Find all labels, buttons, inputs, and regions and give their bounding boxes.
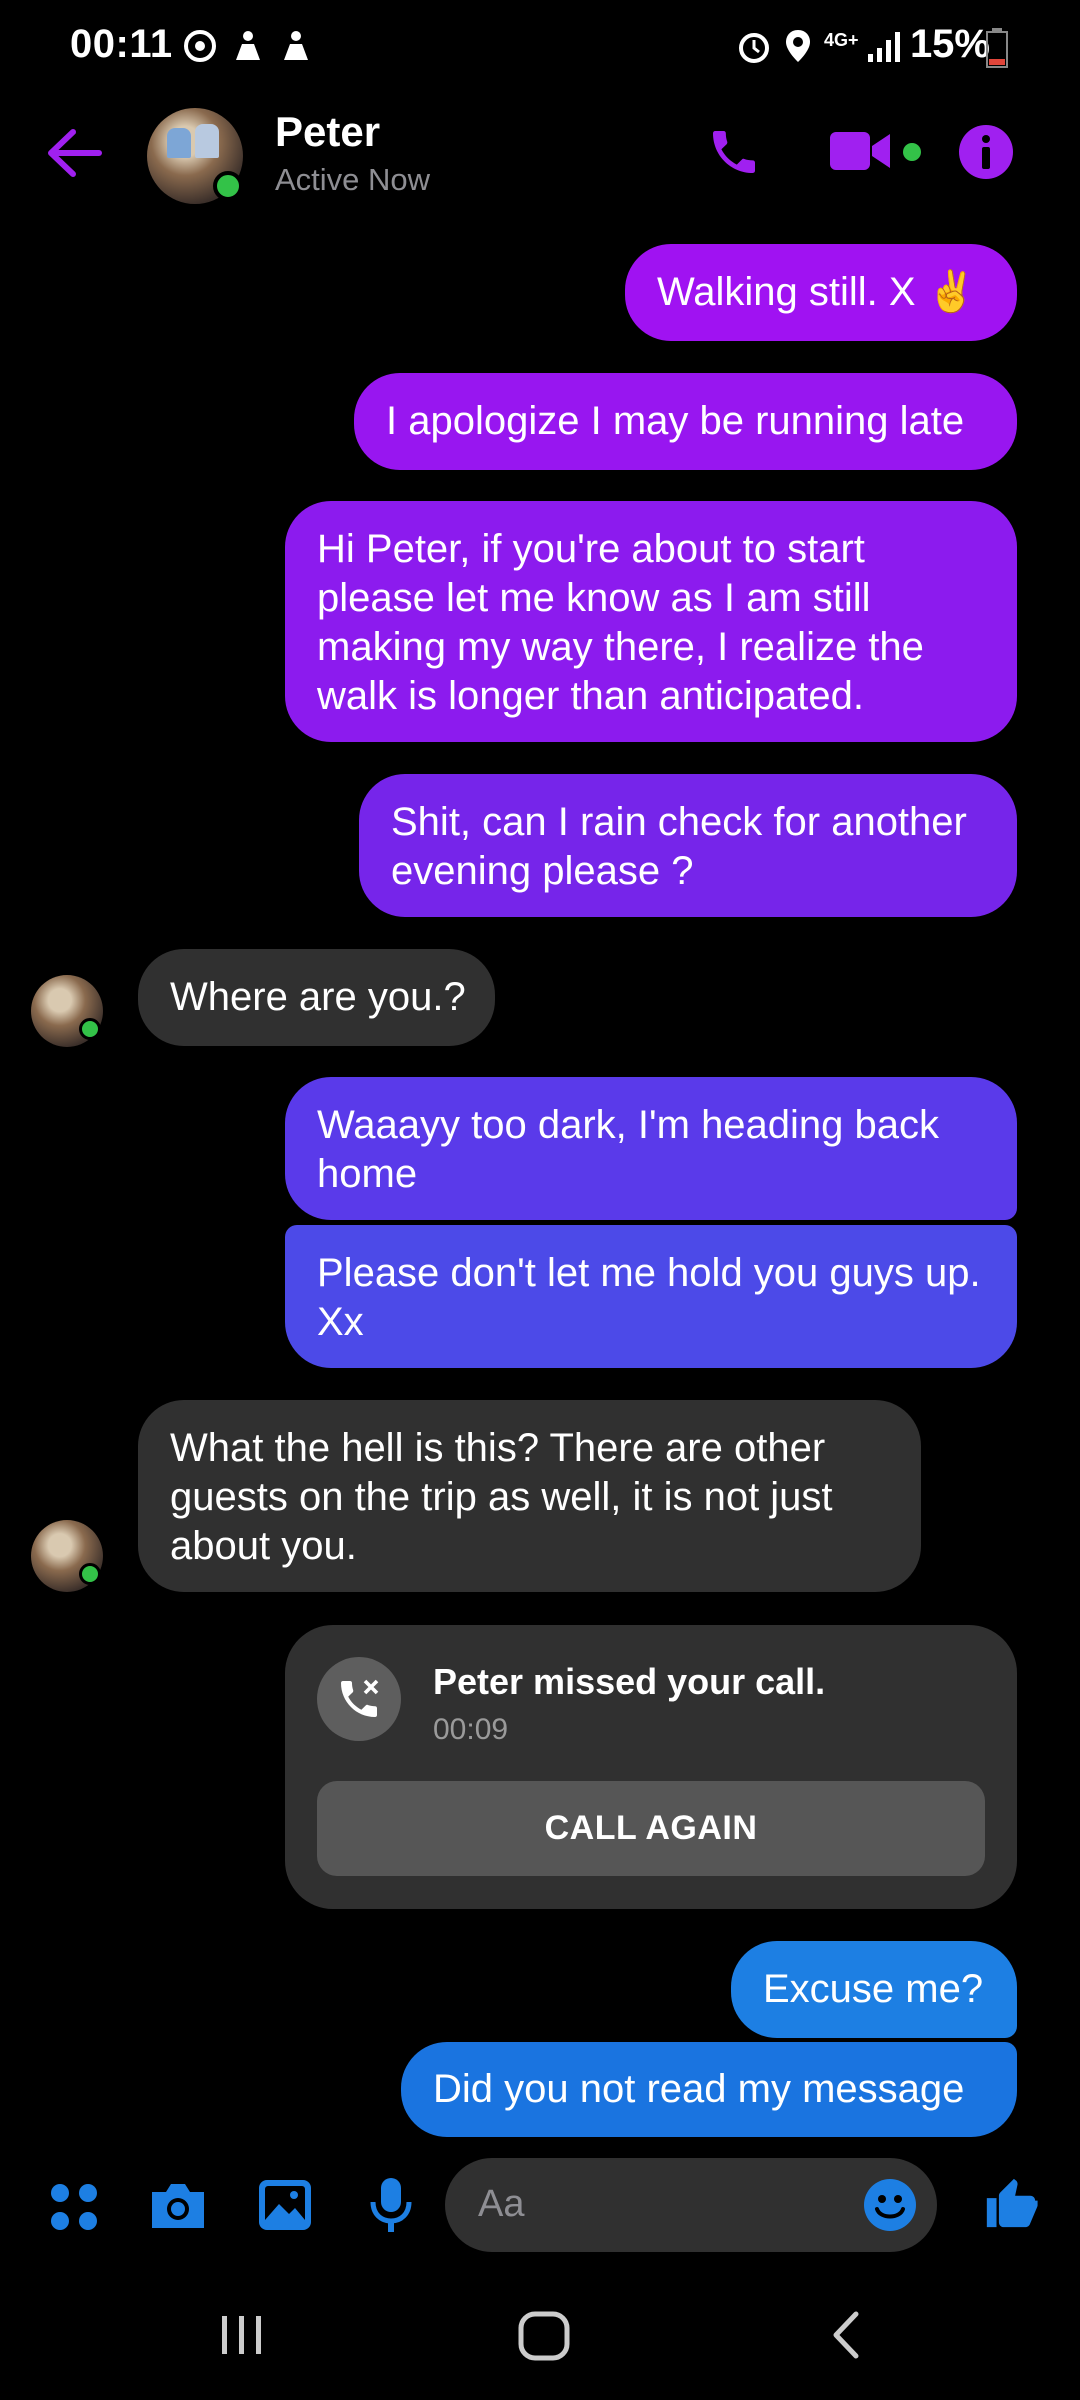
online-indicator xyxy=(79,1018,101,1040)
message-bubble-outgoing[interactable]: Excuse me? xyxy=(731,1941,1017,2038)
recent-apps-icon[interactable] xyxy=(218,2300,266,2370)
apps-icon[interactable] xyxy=(48,2181,100,2233)
emoji-icon[interactable] xyxy=(863,2178,917,2232)
missed-call-card: Peter missed your call. 00:09 CALL AGAIN xyxy=(285,1625,1017,1909)
battery-icon xyxy=(986,28,1008,68)
contact-name[interactable]: Peter xyxy=(275,108,380,156)
message-bubble-outgoing[interactable]: Shit, can I rain check for another eveni… xyxy=(359,774,1017,917)
gallery-icon[interactable] xyxy=(257,2178,313,2232)
network-type: 4G+ xyxy=(824,30,859,50)
phone-call-icon[interactable] xyxy=(706,124,762,180)
app-notification-icon xyxy=(236,31,260,60)
location-icon xyxy=(786,30,810,62)
status-time: 00:11 xyxy=(70,22,173,66)
home-icon[interactable] xyxy=(514,2300,574,2370)
video-active-dot xyxy=(903,143,921,161)
thumbs-up-icon[interactable] xyxy=(982,2174,1040,2232)
message-bubble-outgoing[interactable]: I apologize I may be running late xyxy=(354,373,1017,470)
video-call-icon[interactable] xyxy=(828,128,894,174)
message-bubble-outgoing[interactable]: Hi Peter, if you're about to start pleas… xyxy=(285,501,1017,742)
info-icon[interactable] xyxy=(958,124,1014,180)
missed-call-icon xyxy=(317,1657,401,1741)
call-again-button[interactable]: CALL AGAIN xyxy=(317,1781,985,1876)
missed-call-title: Peter missed your call. xyxy=(433,1661,826,1702)
status-bar: 00:11 4G+ 15% xyxy=(0,0,1080,100)
message-bubble-outgoing[interactable]: Did you not read my message xyxy=(401,2042,1017,2137)
signal-icon xyxy=(868,32,900,62)
alarm-icon xyxy=(739,33,769,63)
camera-icon[interactable] xyxy=(148,2178,208,2232)
message-bubble-outgoing[interactable]: Please don't let me hold you guys up. Xx xyxy=(285,1225,1017,1368)
message-bubble-outgoing[interactable]: Waaayy too dark, I'm heading back home xyxy=(285,1077,1017,1220)
missed-call-time: 00:09 xyxy=(433,1713,509,1746)
online-indicator xyxy=(79,1563,101,1585)
contact-status: Active Now xyxy=(275,162,431,197)
microphone-icon[interactable] xyxy=(369,2176,413,2234)
back-arrow-icon[interactable] xyxy=(45,126,103,180)
message-bubble-incoming[interactable]: What the hell is this? There are other g… xyxy=(138,1400,921,1592)
notification-icon xyxy=(184,30,216,62)
message-input[interactable]: Aa xyxy=(445,2158,937,2252)
message-bubble-outgoing[interactable]: Walking still. X ✌️ xyxy=(625,244,1017,341)
back-nav-icon[interactable] xyxy=(826,2300,866,2370)
message-input-placeholder: Aa xyxy=(478,2183,525,2225)
battery-percent: 15% xyxy=(909,22,990,66)
online-indicator xyxy=(213,171,243,201)
app-notification-icon-2 xyxy=(284,31,308,60)
message-bubble-incoming[interactable]: Where are you.? xyxy=(138,949,495,1046)
